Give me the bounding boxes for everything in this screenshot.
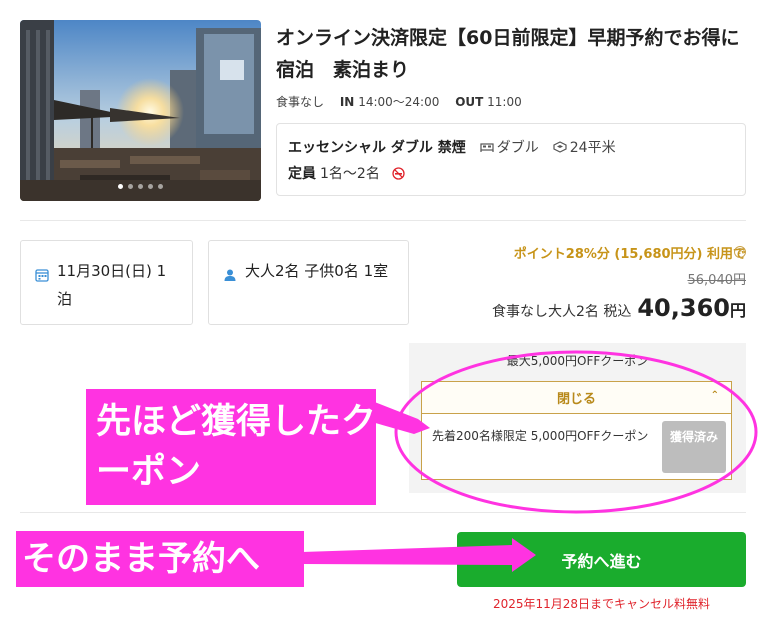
cancellation-note: 2025年11月28日までキャンセル料無料 [492, 597, 711, 611]
pagination-dot[interactable] [148, 184, 153, 189]
pagination-dot[interactable] [138, 184, 143, 189]
price-value: 40,360 [637, 294, 730, 322]
room-size-icon [553, 141, 567, 153]
person-icon [224, 269, 236, 281]
plan-title: オンライン決済限定【60日前限定】早期予約でお得に宿泊 素泊まり [276, 27, 740, 81]
guest-selector[interactable]: 大人2名 子供0名 1室 [208, 240, 409, 325]
photo-pagination [20, 184, 261, 189]
capacity-value: 1名〜2名 [320, 166, 380, 182]
coupon-item-text: 先着200名様限定 5,000円OFFクーポン [432, 429, 649, 443]
section-divider [20, 512, 746, 513]
coupon-annotation-label: 先ほど獲得したクーポン [86, 389, 376, 505]
pagination-dot[interactable] [158, 184, 163, 189]
checkout-label: OUT [455, 95, 484, 109]
points-usage-text: ポイント28%分 (15,680円分) 利用で [513, 247, 746, 262]
room-name: エッセンシャル ダブル 禁煙 [288, 140, 466, 156]
checkin-time: 14:00〜24:00 [358, 95, 440, 109]
calendar-icon [35, 269, 49, 282]
date-value: 11月30日(日) 1泊 [57, 262, 167, 308]
bed-type: ダブル [480, 137, 539, 157]
checkout-time: 11:00 [487, 95, 522, 109]
pagination-dot[interactable] [128, 184, 133, 189]
coupon-acquired-button[interactable]: 獲得済み [662, 421, 726, 473]
price-line: 食事なし大人2名 税込 40,360 円 [492, 294, 746, 322]
help-icon[interactable]: ? [734, 246, 746, 258]
hotel-photo[interactable] [20, 20, 261, 201]
coupon-header: 最大5,000円OFFクーポン [506, 354, 649, 368]
guests-value: 大人2名 子供0名 1室 [245, 262, 389, 280]
no-smoking-icon [392, 166, 405, 180]
original-price: 56,040円 [687, 273, 747, 288]
meal-info: 食事なし [276, 95, 325, 109]
reserve-button[interactable]: 予約へ進む [457, 532, 746, 587]
bed-type-label: ダブル [496, 140, 539, 156]
room-size: 24平米 [553, 137, 616, 157]
chevron-up-icon: ⌃ [710, 390, 719, 401]
plan-meta: 食事なし IN 14:00〜24:00 OUT 11:00 [276, 93, 522, 110]
pagination-dot[interactable] [118, 184, 123, 189]
room-size-label: 24平米 [569, 140, 616, 156]
price-unit: 円 [729, 301, 746, 320]
price-label: 食事なし大人2名 税込 [492, 304, 632, 320]
coupon-close-toggle[interactable]: 閉じる ⌃ [421, 381, 732, 413]
hotel-photo-image [20, 20, 261, 201]
coupon-close-label: 閉じる [556, 392, 596, 407]
section-divider [20, 220, 746, 221]
room-info: エッセンシャル ダブル 禁煙 ダブル 24平米 定員 1名〜2名 [276, 123, 746, 196]
checkin-label: IN [339, 95, 355, 109]
reserve-annotation-label: そのまま予約へ [16, 531, 304, 587]
bed-icon [480, 143, 494, 152]
date-selector[interactable]: 11月30日(日) 1泊 [20, 240, 193, 325]
capacity-label: 定員 [288, 166, 316, 182]
